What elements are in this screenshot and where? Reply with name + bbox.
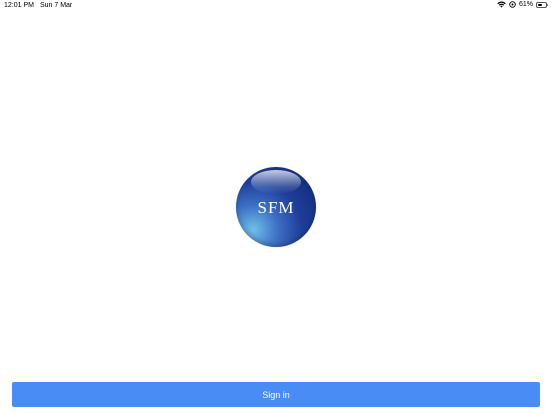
logo-highlight [251, 170, 301, 194]
status-right: 61% [497, 1, 548, 8]
wifi-icon [497, 1, 506, 8]
battery-level [538, 3, 543, 6]
logo-text: SFM [257, 198, 295, 217]
app-screen: 12:01 PM Sun 7 Mar 61% SFM Sign in [0, 0, 552, 414]
location-icon [509, 1, 516, 8]
battery-percent: 61% [518, 1, 533, 8]
status-time: 12:01 PM [4, 2, 34, 9]
battery-icon [536, 1, 548, 8]
status-date: Sun 7 Mar [39, 2, 73, 9]
sign-in-button[interactable]: Sign in [12, 382, 540, 407]
sfm-logo: SFM [236, 167, 316, 247]
status-left: 12:01 PM Sun 7 Mar [4, 2, 72, 9]
status-bar: 12:01 PM Sun 7 Mar 61% [0, 0, 552, 12]
